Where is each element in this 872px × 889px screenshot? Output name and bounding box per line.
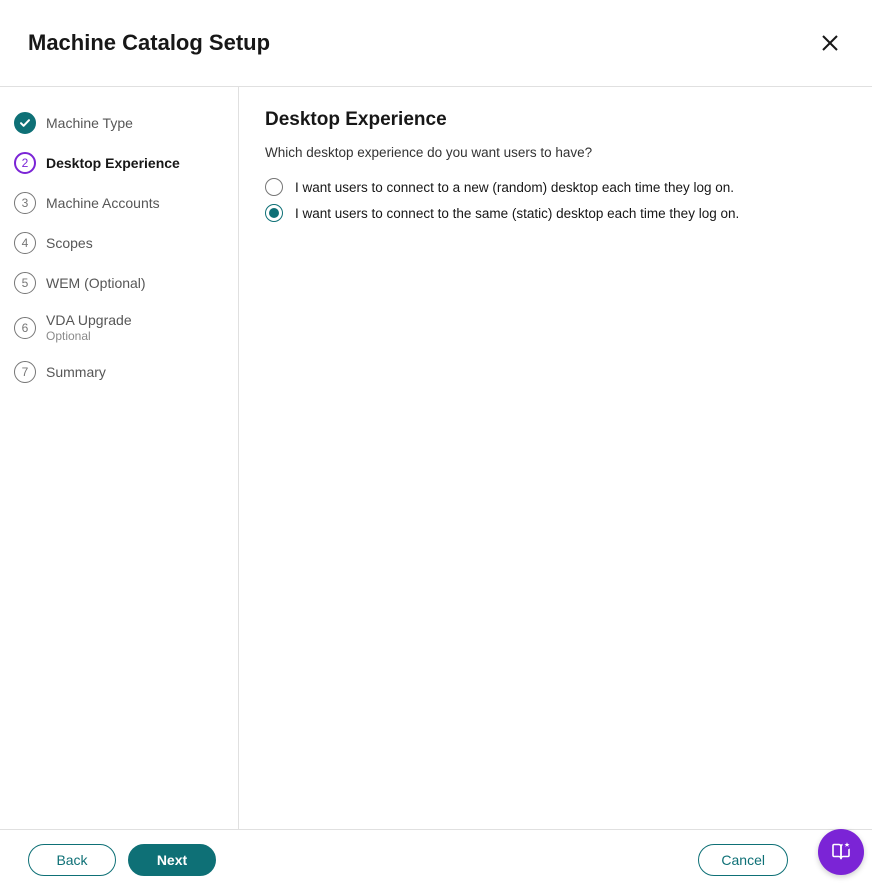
help-guide-icon [829, 840, 853, 864]
step-label: VDA Upgrade [46, 312, 132, 329]
dialog-footer: Back Next Cancel [0, 829, 872, 889]
desktop-experience-option-1[interactable]: I want users to connect to a new (random… [265, 174, 846, 200]
step-indicator: 4 [14, 232, 36, 254]
wizard-step-3[interactable]: 3 Machine Accounts [14, 183, 224, 223]
page-title: Desktop Experience [265, 109, 846, 131]
step-label: WEM (Optional) [46, 275, 146, 292]
step-indicator: 5 [14, 272, 36, 294]
close-button[interactable] [816, 29, 844, 57]
check-icon [19, 117, 31, 129]
close-icon [820, 33, 840, 53]
cancel-button[interactable]: Cancel [698, 844, 788, 876]
wizard-steps-sidebar: Machine Type 2 Desktop Experience 3 Machine … [0, 87, 239, 829]
question-text: Which desktop experience do you want use… [265, 145, 846, 160]
step-label: Machine Accounts [46, 195, 160, 212]
step-label: Scopes [46, 235, 93, 252]
dialog-header: Machine Catalog Setup [0, 0, 872, 87]
step-indicator [14, 112, 36, 134]
wizard-step-1[interactable]: Machine Type [14, 103, 224, 143]
back-button[interactable]: Back [28, 844, 116, 876]
step-indicator: 6 [14, 317, 36, 339]
radio-button[interactable] [265, 178, 283, 196]
wizard-step-7[interactable]: 7 Summary [14, 352, 224, 392]
step-label: Machine Type [46, 115, 133, 132]
radio-button[interactable] [265, 204, 283, 222]
step-sublabel: Optional [46, 329, 132, 343]
option-label: I want users to connect to the same (sta… [295, 206, 739, 221]
step-indicator: 2 [14, 152, 36, 174]
option-label: I want users to connect to a new (random… [295, 180, 734, 195]
desktop-experience-option-2[interactable]: I want users to connect to the same (sta… [265, 200, 846, 226]
main-panel: Desktop Experience Which desktop experie… [239, 87, 872, 829]
wizard-step-5[interactable]: 5 WEM (Optional) [14, 263, 224, 303]
step-label: Desktop Experience [46, 155, 180, 172]
wizard-step-2[interactable]: 2 Desktop Experience [14, 143, 224, 183]
wizard-step-6[interactable]: 6 VDA UpgradeOptional [14, 303, 224, 352]
dialog-title: Machine Catalog Setup [28, 30, 270, 56]
wizard-step-4[interactable]: 4 Scopes [14, 223, 224, 263]
step-label: Summary [46, 364, 106, 381]
step-indicator: 7 [14, 361, 36, 383]
step-indicator: 3 [14, 192, 36, 214]
help-fab[interactable] [818, 829, 864, 875]
next-button[interactable]: Next [128, 844, 216, 876]
